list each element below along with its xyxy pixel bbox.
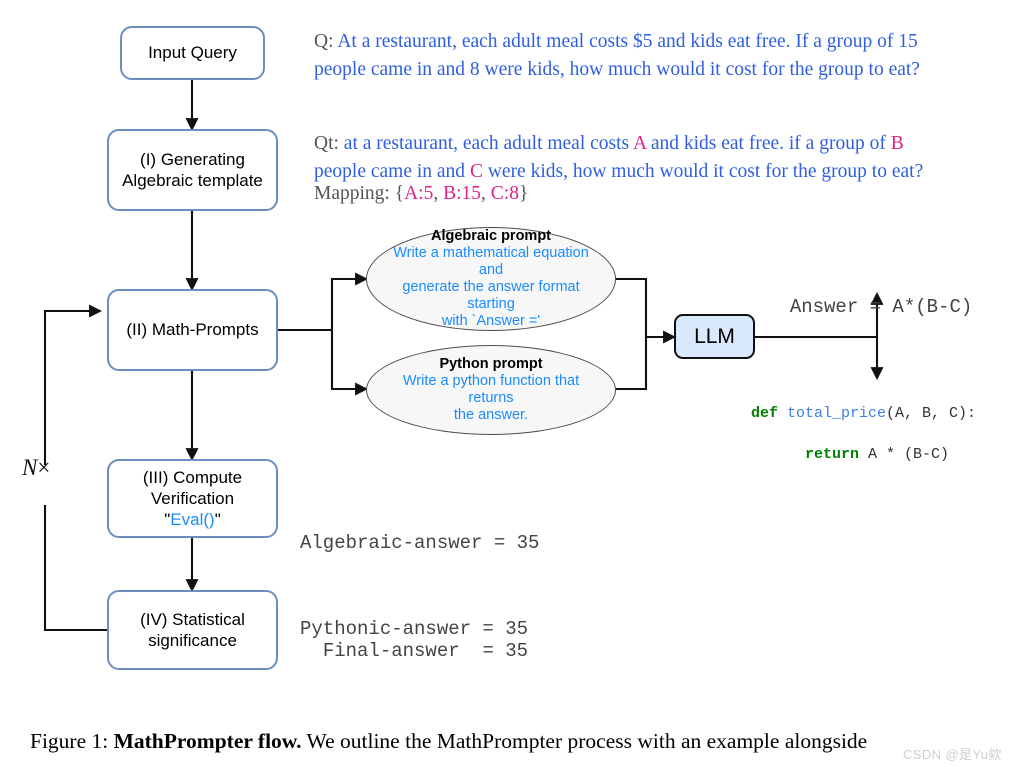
final-answer-text: Final-answer = 35 [322, 639, 529, 662]
question-line1: At a restaurant, each adult meal costs $… [337, 31, 918, 52]
merge-from-algebraic [614, 277, 648, 337]
fork-to-python [330, 330, 369, 396]
loop-count-times: × [37, 455, 51, 480]
python-prompt-body: Write a python function that returns the… [385, 373, 597, 423]
mapping-sep-2: , [481, 183, 491, 204]
ellipse-python-prompt[interactable]: Python prompt Write a python function th… [366, 345, 616, 435]
final-answer-line: Final-answer = 35 [300, 608, 528, 665]
box-input-query-label: Input Query [148, 43, 237, 63]
mapping-close: } [518, 183, 529, 204]
python-prompt-title: Python prompt [439, 356, 543, 373]
box-step3-label: (III) Compute Verification "Eval()" [143, 467, 242, 531]
template-segment-2: and kids eat free. if a group of [645, 133, 891, 154]
box-input-query[interactable]: Input Query [120, 26, 265, 80]
box-step4-line2: significance [148, 631, 237, 650]
box-step2-math-prompts[interactable]: (II) Math-Prompts [107, 289, 278, 371]
caption-prefix: Figure 1: [30, 729, 109, 753]
output-answer-equation: Answer = A*(B-C) [767, 264, 972, 321]
algebraic-prompt-line1: Write a mathematical equation and [393, 245, 589, 279]
code-expression: A * (B-C) [859, 446, 950, 464]
box-llm[interactable]: LLM [674, 314, 755, 359]
box-step3-line2: Verification [150, 488, 235, 508]
template-segment-1: at a restaurant, each adult meal costs [343, 133, 633, 154]
mapping-label: Mapping: { [314, 183, 405, 204]
box-step1-line1: (I) Generating [140, 149, 245, 169]
ellipse-algebraic-prompt[interactable]: Algebraic prompt Write a mathematical eq… [366, 227, 616, 331]
example-mapping-block: Mapping: {A:5, B:15, C:8} [314, 180, 734, 208]
caption-rest: We outline the MathPrompter process with… [306, 729, 868, 753]
python-prompt-line2: the answer. [453, 406, 529, 423]
figure-caption: Figure 1: MathPrompter flow. We outline … [30, 728, 1010, 756]
code-keyword-def: def [751, 404, 779, 422]
template-variable-c: C [469, 160, 483, 182]
merge-from-python [614, 337, 648, 391]
algebraic-prompt-body: Write a mathematical equation and genera… [385, 245, 597, 329]
box-step3-quote-close: " [214, 510, 221, 530]
fork-to-algebraic [330, 272, 369, 330]
loop-count-label: N× [22, 455, 50, 481]
box-step3-eval-label: Eval() [170, 510, 215, 530]
code-signature: (A, B, C): [886, 404, 977, 422]
algebraic-prompt-line2: generate the answer format starting [402, 279, 580, 312]
question-label: Q: [314, 31, 334, 52]
output-python-code: def total_price(A, B, C): return A * (B-… [751, 383, 976, 466]
box-step4-statistical-significance[interactable]: (IV) Statistical significance [107, 590, 278, 670]
answer-equation-text: Answer = A*(B-C) [789, 295, 973, 318]
python-prompt-line1: Write a python function that returns [402, 373, 580, 407]
caption-bold-title: MathPrompter flow. [113, 729, 302, 753]
template-label: Qt: [314, 133, 339, 154]
template-segment-4: were kids, how much would it cost for th… [482, 160, 924, 182]
loop-path-lower [43, 505, 107, 632]
question-line2: people came in and 8 were kids, how much… [314, 58, 920, 80]
algebraic-answer-line: Algebraic-answer = 35 [300, 532, 540, 554]
mapping-c: C:8 [490, 183, 519, 204]
mapping-b: B:15 [443, 183, 482, 204]
box-step2-label: (II) Math-Prompts [126, 320, 259, 340]
box-step3-compute-verification[interactable]: (III) Compute Verification "Eval()" [107, 459, 278, 538]
box-step4-label: (IV) Statistical significance [140, 609, 245, 652]
mapping-sep-1: , [433, 183, 444, 204]
template-variable-b: B [890, 133, 904, 154]
watermark-text: CSDN @是Yu欸 [903, 747, 1002, 762]
template-segment-3: people came in and [314, 160, 470, 182]
code-function-name: total_price [778, 404, 887, 422]
example-question-block: Q: At a restaurant, each adult meal cost… [314, 28, 1014, 83]
box-step3-line1: (III) Compute [142, 467, 243, 487]
box-step1-label: (I) Generating Algebraic template [122, 149, 263, 192]
example-template-block: Qt: at a restaurant, each adult meal cos… [314, 130, 1014, 185]
loop-count-n: N [22, 455, 38, 480]
code-keyword-return: return [805, 446, 860, 464]
box-step1-line2: Algebraic template [122, 171, 263, 190]
template-variable-a: A [632, 133, 646, 154]
box-step1-generating-algebraic-template[interactable]: (I) Generating Algebraic template [107, 129, 278, 211]
csdn-watermark: CSDN @是Yu欸 [903, 744, 1002, 763]
algebraic-prompt-title: Algebraic prompt [430, 228, 552, 245]
mapping-a: A:5 [404, 183, 434, 204]
algebraic-prompt-line3: with `Answer =' [441, 312, 541, 329]
loop-path-upper [43, 304, 103, 465]
box-llm-label: LLM [694, 324, 735, 348]
box-step4-line1: (IV) Statistical [140, 609, 245, 629]
